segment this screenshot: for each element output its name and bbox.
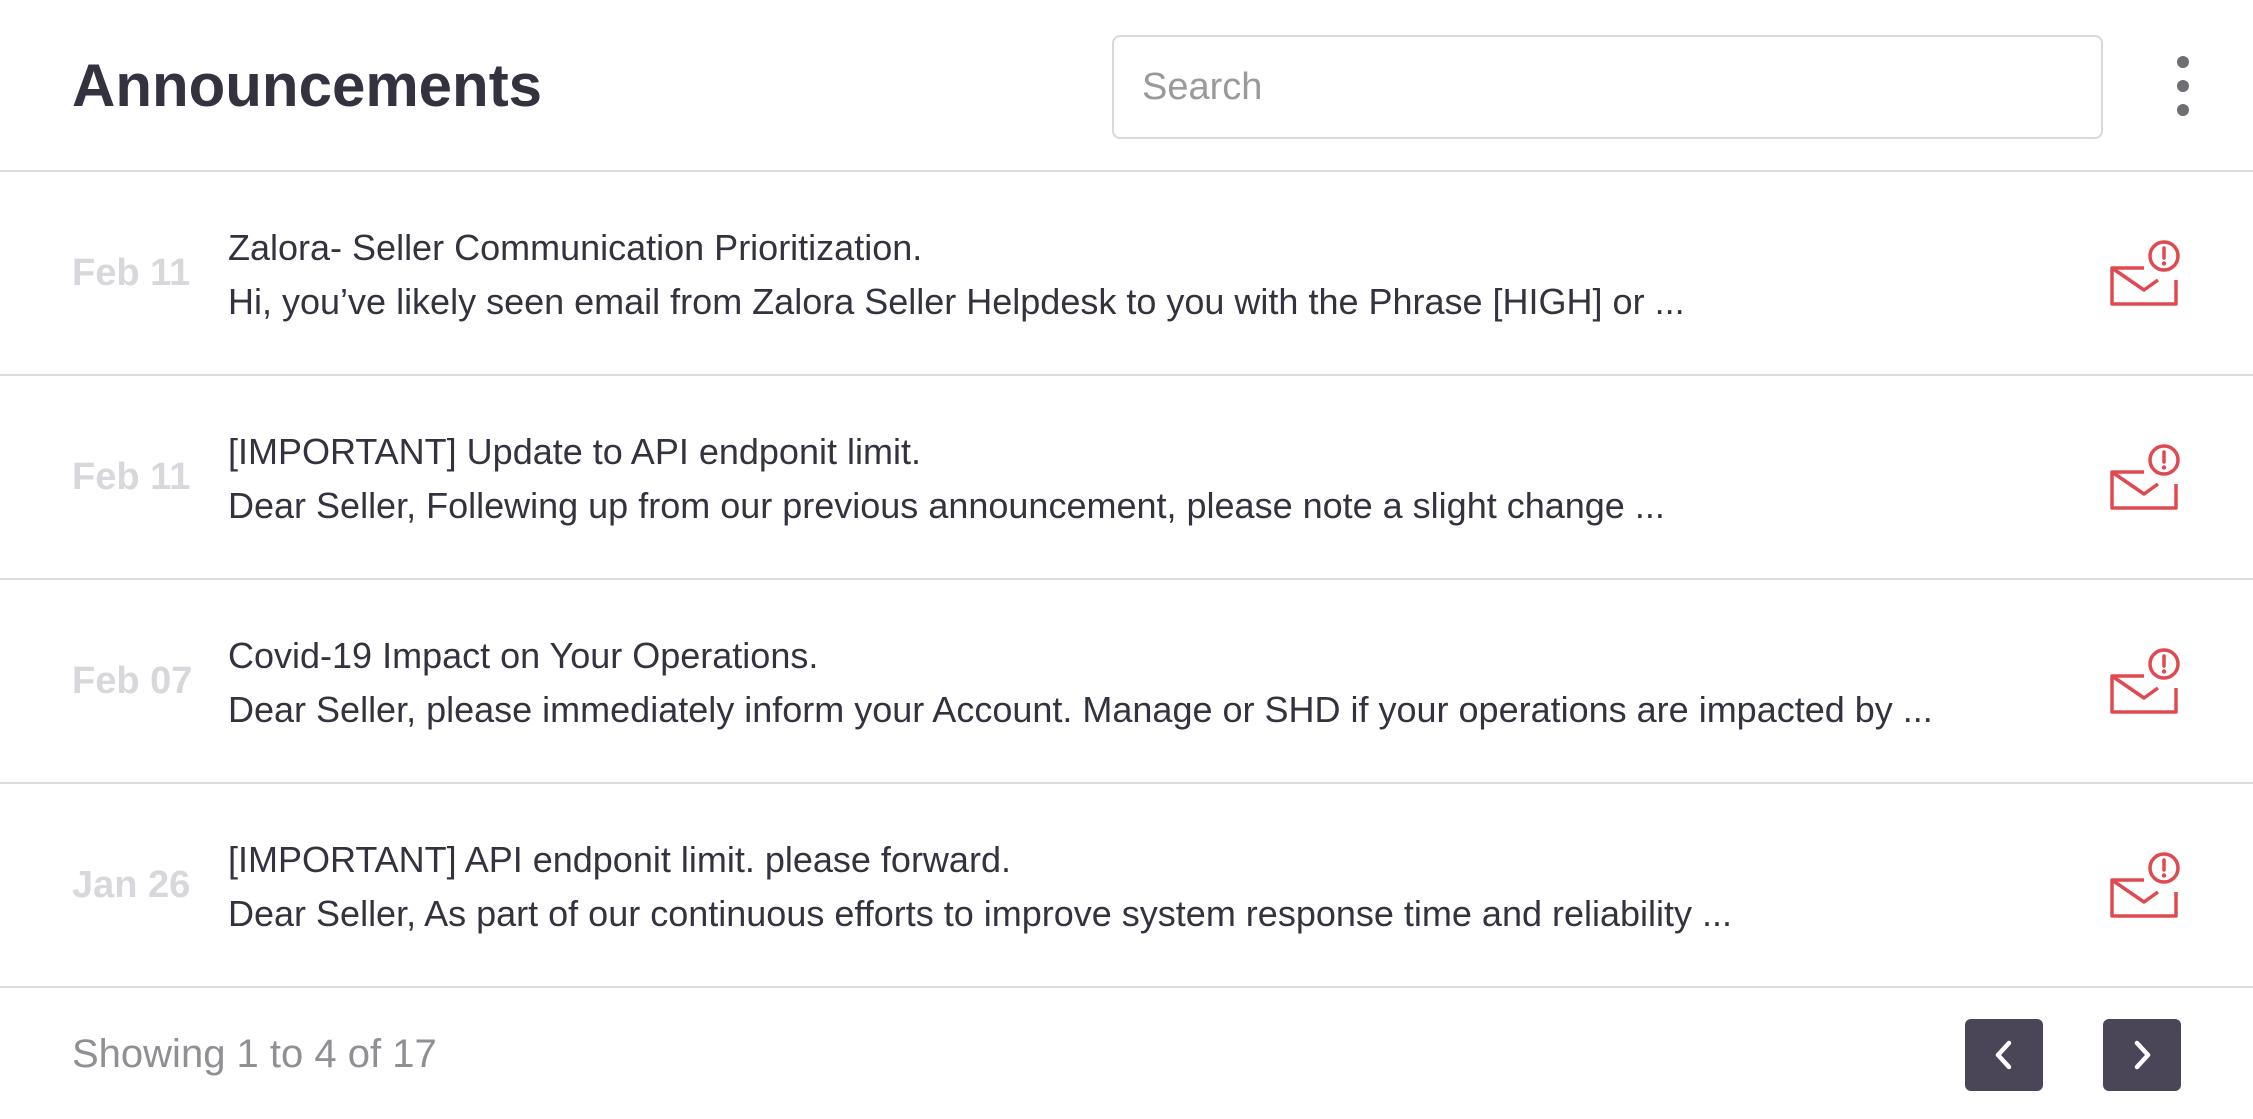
announcement-list: Feb 11 Zalora- Seller Communication Prio… [0,172,2253,988]
announcement-preview: Dear Seller, please immediately inform y… [228,689,1933,730]
previous-page-button[interactable] [1965,1019,2043,1091]
announcement-row[interactable]: Jan 26 [IMPORTANT] API endponit limit. p… [0,784,2253,988]
chevron-right-icon [2134,1040,2151,1070]
announcement-subject: Covid-19 Impact on Your Operations. [228,635,819,676]
mail-alert-icon [2110,444,2180,510]
page-title: Announcements [72,52,543,119]
mail-alert-icon [2110,240,2180,306]
chevron-left-icon [1995,1040,2012,1070]
pagination-footer: Showing 1 to 4 of 17 [0,988,2253,1119]
kebab-dot [2177,80,2189,92]
header: Announcements [0,0,2253,172]
pagination-summary: Showing 1 to 4 of 17 [72,1032,437,1076]
search-input[interactable] [1112,35,2103,139]
announcement-subject: [IMPORTANT] API endponit limit. please f… [228,839,1011,880]
mail-alert-icon [2110,648,2180,714]
kebab-dot [2177,104,2189,116]
announcement-row[interactable]: Feb 11 [IMPORTANT] Update to API endponi… [0,376,2253,580]
kebab-dot [2177,56,2189,68]
announcement-date: Feb 07 [72,660,193,702]
mail-alert-icon [2110,852,2180,918]
announcement-date: Feb 11 [72,252,191,294]
announcement-preview: Hi, you’ve likely seen email from Zalora… [228,281,1685,322]
announcements-page: Announcements Feb 11 Zalora- Seller Comm… [0,0,2253,1119]
announcement-subject: [IMPORTANT] Update to API endponit limit… [228,431,921,472]
announcement-date: Jan 26 [72,864,191,906]
announcement-preview: Dear Seller, Follewing up from our previ… [228,485,1665,526]
announcement-row[interactable]: Feb 07 Covid-19 Impact on Your Operation… [0,580,2253,784]
more-options-icon[interactable] [2165,56,2201,116]
announcement-row[interactable]: Feb 11 Zalora- Seller Communication Prio… [0,172,2253,376]
announcement-preview: Dear Seller, As part of our continuous e… [228,893,1733,934]
next-page-button[interactable] [2103,1019,2181,1091]
announcement-subject: Zalora- Seller Communication Prioritizat… [228,227,923,268]
announcement-date: Feb 11 [72,456,191,498]
